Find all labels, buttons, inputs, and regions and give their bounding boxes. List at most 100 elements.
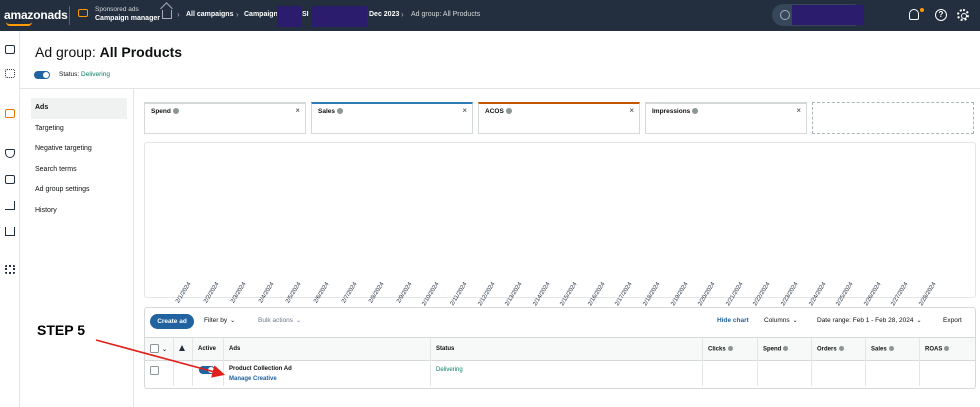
title-prefix: Ad group:: [35, 44, 96, 60]
row-checkbox[interactable]: [150, 366, 159, 375]
redaction-block: [311, 6, 367, 27]
column-divider: [192, 338, 193, 386]
logo-text: amazonads: [4, 8, 68, 22]
column-divider: [757, 338, 758, 386]
briefcase-icon[interactable]: [5, 45, 15, 54]
product-switcher[interactable]: Sponsored ads Campaign manager: [95, 5, 160, 23]
info-icon[interactable]: [692, 108, 699, 114]
bar-chart-icon[interactable]: [5, 227, 15, 236]
performance-chart: [144, 142, 976, 298]
shield-icon[interactable]: [5, 149, 15, 158]
info-icon[interactable]: [727, 346, 733, 351]
date-range-dropdown[interactable]: Date range: Feb 1 - Feb 28, 2024 ⌄: [817, 317, 922, 324]
metric-card-spend[interactable]: Spend ×: [144, 102, 306, 134]
subnav-item-ads[interactable]: Ads: [31, 98, 127, 119]
select-all-checkbox[interactable]: [150, 344, 159, 353]
close-icon[interactable]: ×: [629, 106, 634, 115]
column-header-spend[interactable]: Spend: [763, 346, 789, 353]
logo-smile: [6, 22, 32, 26]
add-metric-card[interactable]: [812, 102, 974, 134]
select-chevron-icon[interactable]: ⌄: [162, 346, 167, 353]
info-icon[interactable]: [838, 346, 844, 351]
column-header-status[interactable]: Status: [436, 346, 454, 352]
metric-card-impressions[interactable]: Impressions ×: [645, 102, 807, 134]
chevron-down-icon: ⌄: [230, 318, 236, 324]
subnav-item-search-terms[interactable]: Search terms: [31, 160, 127, 181]
product-line1: Sponsored ads: [95, 6, 139, 13]
subnav-item-targeting[interactable]: Targeting: [31, 119, 127, 140]
close-icon[interactable]: ×: [796, 106, 801, 115]
bulk-actions-dropdown[interactable]: Bulk actions ⌄: [258, 317, 301, 324]
close-icon[interactable]: ×: [462, 106, 467, 115]
breadcrumb-campaign-suffix[interactable]: Dec 2023: [369, 11, 399, 18]
subnav-divider: [133, 89, 134, 407]
info-icon[interactable]: [888, 346, 894, 351]
column-divider: [173, 338, 174, 386]
column-header-active[interactable]: Active: [198, 346, 216, 352]
subnav-item-negative-targeting[interactable]: Negative targeting: [31, 139, 127, 160]
column-divider: [702, 338, 703, 386]
info-icon[interactable]: [172, 108, 179, 114]
manage-creative-link[interactable]: Manage Creative: [229, 376, 277, 382]
title-name: All Products: [99, 44, 183, 60]
column-divider: [865, 338, 866, 386]
metric-label: ACOS: [485, 108, 512, 115]
hide-chart-button[interactable]: Hide chart: [717, 317, 749, 324]
info-icon[interactable]: [505, 108, 512, 114]
subnav-item-ad-group-settings[interactable]: Ad group settings: [31, 180, 127, 201]
ad-group-subnav: Ads Targeting Negative targeting Search …: [31, 98, 127, 222]
notifications-bell-icon[interactable]: [909, 9, 919, 20]
chevron-down-icon: ⌄: [296, 318, 302, 324]
divider: [69, 6, 70, 25]
chevron-down-icon: ⌄: [916, 318, 922, 324]
column-header-ads[interactable]: Ads: [229, 346, 240, 352]
grid-icon[interactable]: [5, 69, 15, 78]
breadcrumb-ad-group: Ad group: All Products: [411, 11, 481, 18]
trend-icon[interactable]: [5, 201, 15, 210]
close-icon[interactable]: ×: [295, 106, 300, 115]
create-ad-button[interactable]: Create ad: [150, 314, 194, 329]
column-header-clicks[interactable]: Clicks: [708, 346, 733, 353]
column-header-sales[interactable]: Sales: [871, 346, 894, 353]
info-icon[interactable]: [783, 346, 789, 351]
home-icon[interactable]: [162, 10, 172, 19]
media-icon[interactable]: [5, 175, 15, 184]
metric-label: Sales: [318, 108, 343, 115]
apps-grid-icon[interactable]: [5, 265, 15, 274]
metric-card-sales[interactable]: Sales ×: [311, 102, 473, 134]
column-header-roas[interactable]: ROAS: [925, 346, 950, 353]
columns-dropdown[interactable]: Columns ⌄: [764, 317, 798, 324]
chevron-down-icon: ⌄: [792, 318, 798, 324]
column-header-orders[interactable]: Orders: [817, 346, 844, 353]
ad-group-status: Status: Delivering: [59, 71, 110, 78]
ad-group-active-toggle[interactable]: [34, 71, 50, 79]
column-divider: [919, 338, 920, 386]
status-value: Delivering: [81, 71, 110, 78]
metric-label: Spend: [151, 108, 179, 115]
help-icon[interactable]: ?: [935, 9, 947, 21]
subnav-item-history[interactable]: History: [31, 201, 127, 222]
metric-card-acos[interactable]: ACOS ×: [478, 102, 640, 134]
product-line2: Campaign manager: [95, 15, 160, 22]
campaign-manager-rail-icon[interactable]: [5, 109, 15, 118]
redaction-block: [792, 5, 864, 25]
info-icon[interactable]: [337, 108, 343, 114]
breadcrumb-campaign-mid[interactable]: SI: [302, 11, 309, 18]
column-divider: [223, 338, 224, 386]
filter-by-dropdown[interactable]: Filter by ⌄: [204, 317, 235, 324]
breadcrumb-all-campaigns[interactable]: All campaigns: [186, 11, 233, 18]
warning-icon: [179, 345, 185, 351]
amazon-ads-logo[interactable]: amazonads: [4, 8, 68, 26]
left-rail: [0, 31, 20, 407]
column-divider: [430, 338, 431, 386]
breadcrumb-separator: ›: [401, 10, 404, 19]
export-button[interactable]: Export: [943, 317, 962, 324]
info-icon[interactable]: [944, 346, 950, 351]
ad-active-toggle[interactable]: [199, 366, 215, 374]
settings-gear-icon[interactable]: [957, 9, 969, 21]
globe-icon: [780, 10, 790, 20]
step-annotation-label: STEP 5: [37, 322, 85, 338]
redaction-block: [277, 6, 301, 27]
breadcrumb-campaign-label[interactable]: Campaign:: [244, 11, 280, 18]
breadcrumb-separator: ›: [236, 10, 239, 19]
